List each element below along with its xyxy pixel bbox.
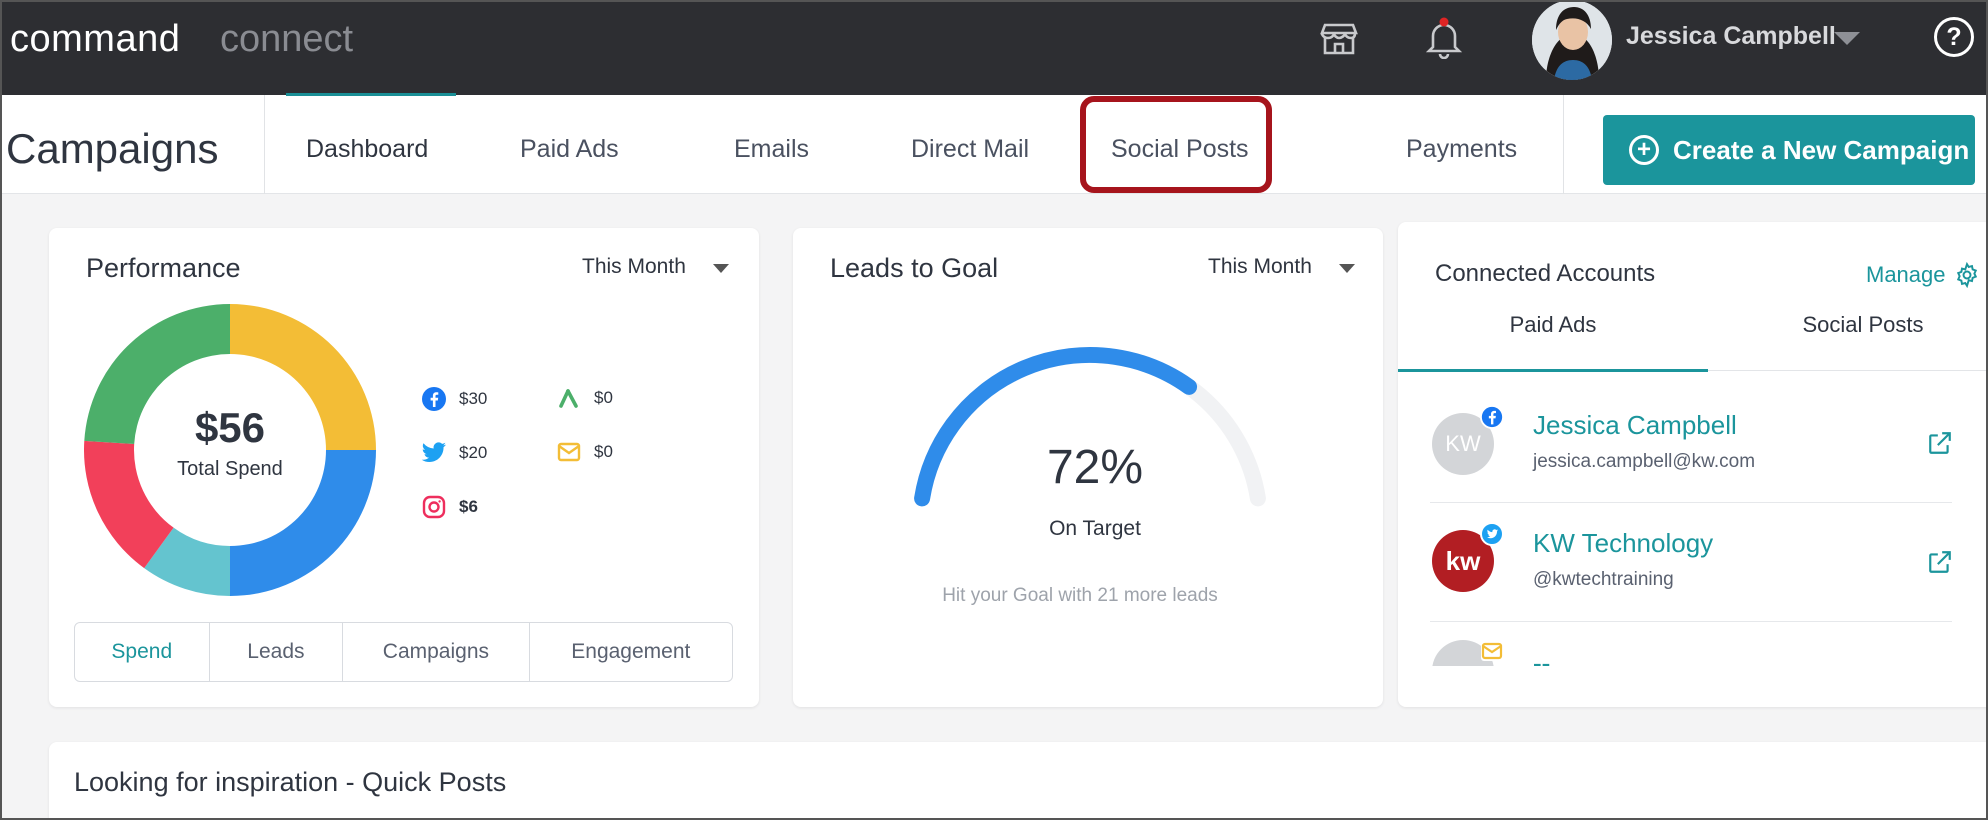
active-tab-indicator <box>1398 369 1708 372</box>
tab-payments[interactable]: Payments <box>1406 135 1517 164</box>
performance-period-dropdown[interactable]: This Month <box>582 255 686 279</box>
email-icon <box>556 439 582 465</box>
account-name[interactable]: Jessica Campbell <box>1533 410 1737 441</box>
account-name-truncated: -- <box>1533 648 1593 666</box>
total-spend-label: Total Spend <box>177 458 283 480</box>
user-name[interactable]: Jessica Campbell <box>1626 22 1836 51</box>
account-name[interactable]: KW Technology <box>1533 528 1713 559</box>
performance-metric-selector: Spend Leads Campaigns Engagement <box>74 622 733 682</box>
tab-paid-ads[interactable]: Paid Ads <box>520 135 619 164</box>
user-avatar[interactable] <box>1532 0 1612 80</box>
legend-twitter-value: $20 <box>459 443 488 462</box>
account-email: jessica.campbell@kw.com <box>1533 451 1756 472</box>
tab-direct-mail[interactable]: Direct Mail <box>911 135 1029 164</box>
brand-command[interactable]: command <box>10 18 180 61</box>
legend-adwords-value: $0 <box>594 388 613 407</box>
legend-twitter: $20 <box>421 440 487 466</box>
connected-accounts-title: Connected Accounts <box>1435 260 1656 287</box>
leads-status: On Target <box>1049 517 1141 540</box>
manage-link[interactable]: Manage <box>1866 262 1946 288</box>
external-link-icon[interactable] <box>1927 549 1953 575</box>
page-title: Campaigns <box>6 125 219 172</box>
leads-title: Leads to Goal <box>830 253 999 283</box>
segment-engagement[interactable]: Engagement <box>530 623 732 681</box>
tab-connected-paid-ads[interactable]: Paid Ads <box>1398 312 1708 338</box>
chevron-down-icon[interactable] <box>713 264 729 273</box>
twitter-badge-icon <box>1480 522 1504 551</box>
legend-instagram: $6 <box>421 494 478 520</box>
tab-connected-social-posts[interactable]: Social Posts <box>1708 312 1988 338</box>
segment-spend[interactable]: Spend <box>75 623 210 681</box>
active-tab-indicator <box>286 93 456 96</box>
gear-icon[interactable] <box>1954 261 1980 293</box>
legend-adwords: $0 <box>556 385 613 411</box>
leads-percent: 72% <box>1046 441 1144 494</box>
legend-email: $0 <box>556 439 613 465</box>
email-badge-icon <box>1480 640 1504 667</box>
tab-dashboard[interactable]: Dashboard <box>306 135 428 164</box>
top-bar: command connect Jessica Campbell ? <box>0 0 1988 95</box>
legend-facebook: $30 <box>421 386 487 412</box>
legend-instagram-value: $6 <box>459 497 478 516</box>
twitter-icon <box>421 440 447 466</box>
google-ads-icon <box>556 385 582 411</box>
tab-emails[interactable]: Emails <box>734 135 809 164</box>
create-campaign-button[interactable]: + Create a New Campaign <box>1603 115 1975 185</box>
total-spend-amount: $56 <box>194 404 266 451</box>
help-icon[interactable]: ? <box>1934 17 1974 57</box>
facebook-badge-icon <box>1480 405 1504 434</box>
performance-title: Performance <box>86 253 241 283</box>
external-link-icon[interactable] <box>1927 430 1953 456</box>
segment-leads[interactable]: Leads <box>210 623 344 681</box>
chevron-down-icon[interactable] <box>1339 264 1355 273</box>
brand-connect[interactable]: connect <box>220 18 353 61</box>
divider <box>1563 95 1564 194</box>
chevron-down-icon[interactable] <box>1834 32 1860 45</box>
leads-period-dropdown[interactable]: This Month <box>1208 255 1312 279</box>
account-handle: @kwtechtraining <box>1533 569 1674 590</box>
social-posts-highlight <box>1080 96 1272 193</box>
leads-hint: Hit your Goal with 21 more leads <box>942 585 1218 606</box>
create-campaign-label: Create a New Campaign <box>1673 134 1970 165</box>
notifications-bell-icon[interactable] <box>1422 16 1466 60</box>
account-name[interactable]: -- <box>1533 648 1550 666</box>
plus-circle-icon: + <box>1629 135 1659 165</box>
divider <box>1430 621 1952 622</box>
quick-posts-title: Looking for inspiration - Quick Posts <box>74 767 507 797</box>
divider <box>264 95 265 194</box>
legend-facebook-value: $30 <box>459 389 488 408</box>
facebook-icon <box>421 386 447 412</box>
segment-campaigns[interactable]: Campaigns <box>343 623 530 681</box>
divider <box>1430 502 1952 503</box>
store-icon[interactable] <box>1317 16 1361 60</box>
legend-email-value: $0 <box>594 442 613 461</box>
instagram-icon <box>421 494 447 520</box>
